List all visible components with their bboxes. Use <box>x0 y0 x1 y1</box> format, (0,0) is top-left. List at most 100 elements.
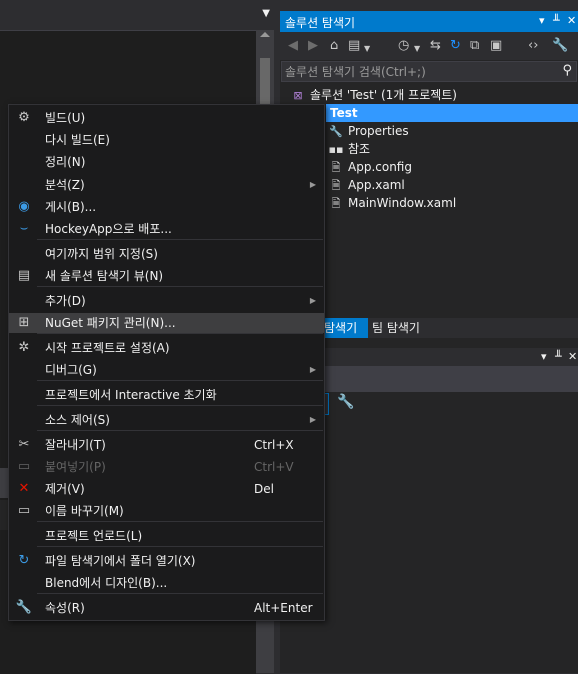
menu-item: ▭ 붙여넣기(P) Ctrl+V <box>9 457 324 477</box>
tree-item-label: Properties <box>348 124 409 138</box>
menu-item-label: 프로젝트에서 Interactive 초기화 <box>45 388 217 402</box>
dropdown-icon[interactable]: ▾ <box>541 350 547 363</box>
menu-item-label: 파일 탐색기에서 폴더 열기(X) <box>45 554 196 568</box>
search-input[interactable] <box>285 64 555 79</box>
menu-item-label: Blend에서 디자인(B)... <box>45 576 168 590</box>
wrench-icon: 🔧 <box>15 600 33 615</box>
menu-item[interactable]: 🔧 속성(R) Alt+Enter <box>9 598 324 618</box>
search-icon[interactable]: ⚲ <box>562 63 572 78</box>
tree-item-app-xaml[interactable]: 🗎 App.xaml <box>328 176 405 194</box>
rename-icon: ▭ <box>17 503 31 518</box>
menu-item-label: 잘라내기(T) <box>45 438 106 452</box>
menu-item[interactable]: ⊞ NuGet 패키지 관리(N)... <box>9 313 324 333</box>
menu-item[interactable]: 디버그(G) ▶ <box>9 360 324 380</box>
solution-explorer-title-bar[interactable]: 솔루션 탐색기 ▾ ╨ ✕ <box>280 11 578 32</box>
menu-item[interactable]: 정리(N) <box>9 152 324 172</box>
menu-item-label: 붙여넣기(P) <box>45 460 106 474</box>
submenu-arrow-icon: ▶ <box>309 365 316 374</box>
menu-item[interactable]: ✂ 잘라내기(T) Ctrl+X <box>9 435 324 455</box>
back-icon[interactable]: ◀ <box>288 38 298 54</box>
chevron-down-icon[interactable]: ▼ <box>414 41 420 57</box>
globe-icon: ◉ <box>18 199 30 214</box>
menu-item[interactable]: 다시 빌드(E) <box>9 130 324 150</box>
solution-icon: ⊠ <box>293 89 303 102</box>
wrench-icon[interactable]: 🔧 <box>337 394 354 410</box>
gear-icon: ✲ <box>18 340 30 355</box>
refresh-arrow-icon: ↻ <box>18 553 30 568</box>
hockeyapp-icon: ⌣ <box>19 221 29 236</box>
close-icon[interactable]: ✕ <box>568 350 577 363</box>
tab-dropdown-icon[interactable]: ▼ <box>262 8 270 19</box>
submenu-arrow-icon: ▶ <box>309 180 316 189</box>
tree-item-label: App.xaml <box>348 178 405 192</box>
menu-separator <box>37 430 323 431</box>
close-icon[interactable]: ✕ <box>567 14 576 27</box>
scroll-up-icon[interactable] <box>260 32 270 37</box>
home-icon[interactable]: ⌂ <box>330 38 338 54</box>
pin-icon[interactable]: ╨ <box>553 14 560 27</box>
menu-item[interactable]: ✕ 제거(V) Del <box>9 479 324 499</box>
tree-item-label: Test <box>330 106 358 120</box>
refresh-icon[interactable]: ↻ <box>450 38 461 54</box>
menu-item[interactable]: Blend에서 디자인(B)... <box>9 573 324 593</box>
menu-item-shortcut: Ctrl+V <box>254 460 294 474</box>
menu-item[interactable]: ⌣ HockeyApp으로 배포... <box>9 219 324 239</box>
menu-item[interactable]: 프로젝트에서 Interactive 초기화 <box>9 385 324 405</box>
pending-changes-icon[interactable]: ◷ <box>398 38 409 54</box>
tree-item-label: 참조 <box>348 142 371 156</box>
menu-separator <box>37 521 323 522</box>
menu-item-label: HockeyApp으로 배포... <box>45 222 172 236</box>
dropdown-icon[interactable]: ▾ <box>539 14 545 27</box>
menu-item-label: 프로젝트 언로드(L) <box>45 529 143 543</box>
menu-item-shortcut: Alt+Enter <box>254 601 313 615</box>
menu-item[interactable]: ↻ 파일 탐색기에서 폴더 열기(X) <box>9 551 324 571</box>
sync-icon[interactable]: ⇆ <box>430 38 441 54</box>
scissors-icon: ✂ <box>18 437 30 452</box>
menu-item-label: 속성(R) <box>45 601 85 615</box>
show-all-files-icon[interactable]: ▣ <box>490 38 502 54</box>
menu-item[interactable]: ▭ 이름 바꾸기(M) <box>9 501 324 521</box>
menu-item[interactable]: 분석(Z) ▶ <box>9 175 324 195</box>
menu-item[interactable]: 프로젝트 언로드(L) <box>9 526 324 546</box>
tree-item-solution[interactable]: ⊠ 솔루션 'Test' (1개 프로젝트) <box>290 86 457 104</box>
delete-icon: ✕ <box>18 481 30 496</box>
view-code-icon[interactable]: ‹› <box>528 38 538 54</box>
pin-icon[interactable]: ╨ <box>555 350 562 363</box>
context-menu: ⚙ 빌드(U) 다시 빌드(E) 정리(N) 분석(Z) ▶ ◉ 게시(B)... ⌣ Hocke… <box>8 104 325 621</box>
tree-item-properties[interactable]: 🔧 Properties <box>328 122 409 140</box>
menu-item-label: 분석(Z) <box>45 178 85 192</box>
menu-item-label: 시작 프로젝트로 설정(A) <box>45 341 170 355</box>
menu-item-label: NuGet 패키지 관리(N)... <box>45 316 176 330</box>
menu-item-shortcut: Del <box>254 482 274 496</box>
tab-team-explorer[interactable]: 팀 탐색기 <box>372 318 420 338</box>
menu-item[interactable]: ⚙ 빌드(U) <box>9 108 324 128</box>
forward-icon[interactable]: ▶ <box>308 38 318 54</box>
properties-wrench-icon[interactable]: 🔧 <box>552 38 568 54</box>
chevron-down-icon[interactable]: ▼ <box>364 41 370 57</box>
tree-item-app-config[interactable]: 🗎 App.config <box>328 158 412 176</box>
menu-item[interactable]: 소스 제어(S) ▶ <box>9 410 324 430</box>
solution-explorer-title: 솔루션 탐색기 <box>285 16 356 30</box>
tree-item-mainwindow-xaml[interactable]: 🗎 MainWindow.xaml <box>328 194 457 212</box>
solution-explorer-search[interactable]: ⚲ <box>281 61 577 82</box>
menu-separator <box>37 405 323 406</box>
switch-views-icon[interactable]: ▤ <box>348 38 360 54</box>
menu-item-label: 빌드(U) <box>45 111 86 125</box>
menu-separator <box>37 239 323 240</box>
menu-item-label: 소스 제어(S) <box>45 413 110 427</box>
menu-separator <box>37 333 323 334</box>
tree-item-references[interactable]: ▪▪ 참조 <box>328 140 371 158</box>
menu-item[interactable]: ◉ 게시(B)... <box>9 197 324 217</box>
menu-item[interactable]: 추가(D) ▶ <box>9 291 324 311</box>
wrench-icon: 🔧 <box>329 125 343 138</box>
tree-item-project[interactable]: Test <box>326 104 578 122</box>
menu-item[interactable]: 여기까지 범위 지정(S) <box>9 244 324 264</box>
menu-item-label: 디버그(G) <box>45 363 97 377</box>
paste-icon: ▭ <box>17 459 31 474</box>
tree-item-label: MainWindow.xaml <box>348 196 457 210</box>
menu-item[interactable]: ✲ 시작 프로젝트로 설정(A) <box>9 338 324 358</box>
menu-item[interactable]: ▤ 새 솔루션 탐색기 뷰(N) <box>9 266 324 286</box>
submenu-arrow-icon: ▶ <box>309 415 316 424</box>
collapse-all-icon[interactable]: ⧉ <box>470 38 479 54</box>
tree-item-label: App.config <box>348 160 412 174</box>
